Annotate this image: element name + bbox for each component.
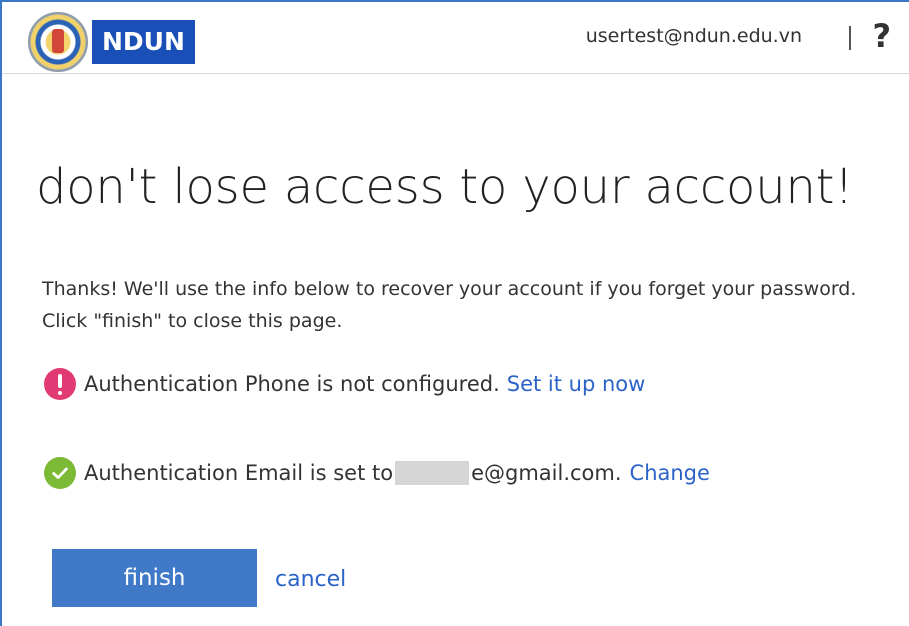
change-email-link[interactable]: Change xyxy=(630,461,710,485)
page-title: don't lose access to your account! xyxy=(36,159,854,215)
warning-icon xyxy=(44,368,76,400)
cancel-link[interactable]: cancel xyxy=(275,567,346,592)
email-suffix: e@gmail.com. xyxy=(471,461,622,485)
header-divider xyxy=(849,26,851,50)
redacted-email-block xyxy=(395,461,470,485)
email-status-prefix: Authentication Email is set to xyxy=(84,461,394,485)
university-seal-icon xyxy=(28,12,88,72)
email-status-row: Authentication Email is set to e@gmail.c… xyxy=(44,457,710,489)
finish-button[interactable]: finish xyxy=(52,549,257,607)
header: NDUN usertest@ndun.edu.vn ? xyxy=(2,2,909,74)
ndun-logo[interactable]: NDUN xyxy=(28,12,195,72)
phone-status-row: Authentication Phone is not configured. … xyxy=(44,368,645,400)
intro-text: Thanks! We'll use the info below to reco… xyxy=(42,278,857,332)
phone-status-text: Authentication Phone is not configured. xyxy=(84,372,500,396)
signed-in-account[interactable]: usertest@ndun.edu.vn xyxy=(586,25,802,47)
help-button[interactable]: ? xyxy=(872,17,891,55)
set-it-up-now-link[interactable]: Set it up now xyxy=(507,372,646,396)
checkmark-icon xyxy=(44,457,76,489)
brand-name: NDUN xyxy=(92,20,195,64)
